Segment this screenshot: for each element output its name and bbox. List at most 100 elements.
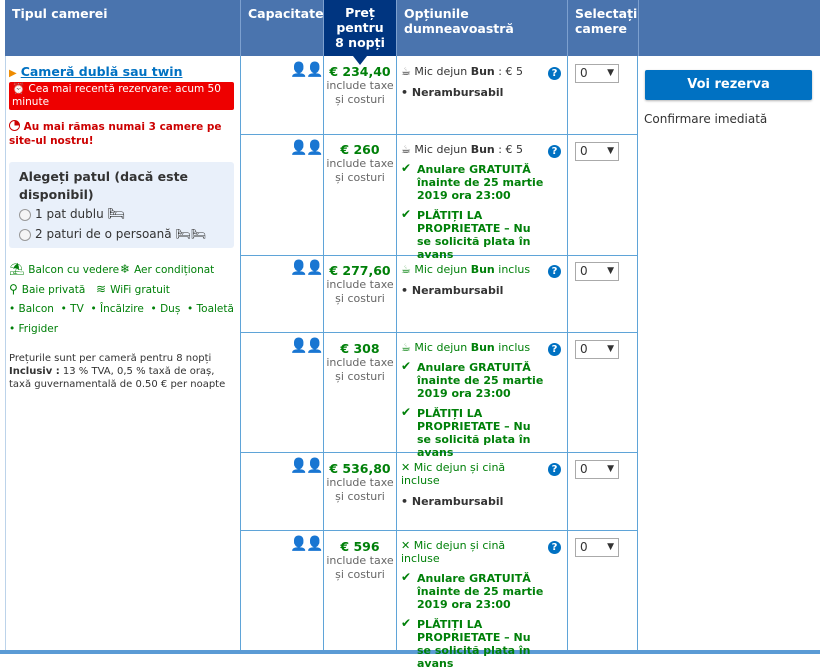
price-cell: € 260 include taxe și costuri — [324, 142, 396, 185]
header-book — [639, 0, 820, 56]
room-quantity-select[interactable]: 0 ▼ — [575, 460, 619, 479]
meal-text: Mic dejun Bun : € 5 — [414, 65, 523, 78]
checkmark-icon: ✔ — [401, 161, 412, 175]
help-icon[interactable]: ? — [548, 67, 561, 80]
meal-plan: ✕ Mic dejun și cină incluse — [401, 539, 546, 565]
facility-private-bath: ⚲ Baie privată — [9, 282, 85, 296]
room-options: ✕ Mic dejun și cină incluse ✔ Anulare GRA… — [401, 539, 546, 670]
non-refundable-text: Nerambursabil — [411, 284, 504, 297]
header-options: Opțiunile dumneavoastră — [397, 0, 567, 56]
snowflake-icon: ❄ — [120, 262, 131, 276]
radio-button[interactable] — [19, 208, 31, 221]
select-value: 0 — [580, 540, 588, 554]
facility-ac: ❄ Aer condiționat — [120, 262, 214, 276]
price-amount: € 536,80 — [329, 461, 391, 476]
meal-text: Mic dejun și cină incluse — [401, 539, 506, 565]
header-select: Selectați camere — [568, 0, 638, 56]
recent-booking-text: Cea mai recentă rezervare: acum 50 minut… — [12, 83, 221, 108]
pay-at-property-text: PLĂTIȚI LA PROPRIETATE – Nu se solicită … — [417, 209, 531, 261]
header-price[interactable]: Preț pentru 8 nopți — [324, 0, 396, 56]
room-options: ☕ Mic dejun Bun : € 5 • Nerambursabil — [401, 65, 546, 99]
shower-icon: ⚲ — [9, 282, 18, 296]
price-tax-note: include taxe și costuri — [326, 79, 394, 106]
facility-item: Frigider — [18, 323, 59, 335]
facility-small-list-2: • Frigider — [9, 323, 59, 335]
book-button[interactable]: Voi rezerva — [645, 70, 812, 100]
expand-arrow-icon: ▶ — [9, 68, 17, 79]
facility-label: Balcon cu vedere — [28, 264, 120, 276]
price-cell: € 536,80 include taxe și costuri — [324, 461, 396, 504]
meal-text: Mic dejun Bun inclus — [414, 341, 531, 354]
meal-plan: ☕ Mic dejun Bun inclus — [401, 263, 546, 276]
coffee-cup-icon: ☕ — [401, 263, 411, 276]
scarcity-message: Au mai rămas numai 3 camere pe site-ul n… — [9, 120, 235, 148]
select-value: 0 — [580, 144, 588, 158]
meal-plan: ✕ Mic dejun și cină incluse — [401, 461, 546, 487]
header-capacity: Capacitate — [241, 0, 324, 56]
coffee-cup-icon: ☕ — [401, 341, 411, 354]
bed-option-twin[interactable]: 2 paturi de o persoană 🛏🛏 — [19, 224, 224, 244]
room-quantity-select[interactable]: 0 ▼ — [575, 340, 619, 359]
facility-item: Toaletă — [196, 303, 234, 315]
help-icon[interactable]: ? — [548, 343, 561, 356]
free-cancellation-text: Anulare GRATUITĂ înainte de 25 martie 20… — [417, 163, 544, 202]
capacity-two-persons-icon: 👤👤 — [290, 260, 324, 276]
room-options: ☕ Mic dejun Bun : € 5 ✔ Anulare GRATUITĂ … — [401, 143, 546, 261]
single-beds-icon: 🛏🛏 — [175, 227, 206, 241]
pay-at-property: ✔ PLĂTIȚI LA PROPRIETATE – Nu se solicită… — [401, 616, 546, 670]
room-quantity-select[interactable]: 0 ▼ — [575, 142, 619, 161]
pie-clock-icon — [9, 120, 20, 131]
fork-knife-icon: ✕ — [401, 461, 411, 474]
non-refundable-text: Nerambursabil — [411, 86, 504, 99]
non-refundable: • Nerambursabil — [401, 284, 504, 297]
radio-button[interactable] — [19, 228, 31, 241]
room-options: ☕ Mic dejun Bun inclus • Nerambursabil — [401, 263, 546, 297]
bed-option-double[interactable]: 1 pat dublu 🛏 — [19, 204, 224, 224]
fork-knife-icon: ✕ — [401, 539, 411, 552]
price-cell: € 234,40 include taxe și costuri — [324, 64, 396, 107]
capacity-two-persons-icon: 👤👤 — [290, 338, 324, 354]
room-name-text[interactable]: Cameră dublă sau twin — [21, 64, 183, 79]
free-cancellation-text: Anulare GRATUITĂ înainte de 25 martie 20… — [417, 361, 544, 400]
price-amount: € 596 — [340, 539, 380, 554]
double-bed-icon: 🛏 — [107, 206, 126, 222]
help-icon[interactable]: ? — [548, 463, 561, 476]
free-cancellation: ✔ Anulare GRATUITĂ înainte de 25 martie 2… — [401, 360, 546, 401]
checkmark-icon: ✔ — [401, 570, 412, 584]
price-cell: € 596 include taxe și costuri — [324, 539, 396, 582]
facility-item: Duș — [160, 303, 181, 315]
price-tax-note: include taxe și costuri — [326, 554, 394, 581]
help-icon[interactable]: ? — [548, 265, 561, 278]
wifi-icon: ≋ — [96, 282, 107, 296]
select-value: 0 — [580, 66, 588, 80]
free-cancellation-text: Anulare GRATUITĂ înainte de 25 martie 20… — [417, 572, 544, 611]
price-amount: € 277,60 — [329, 263, 391, 278]
pay-at-property: ✔ PLĂTIȚI LA PROPRIETATE – Nu se solicită… — [401, 207, 546, 262]
room-quantity-select[interactable]: 0 ▼ — [575, 262, 619, 281]
checkmark-icon: ✔ — [401, 207, 412, 221]
dropdown-arrow-icon: ▼ — [607, 542, 614, 552]
scarcity-text: Au mai rămas numai 3 camere pe site-ul n… — [9, 121, 222, 147]
capacity-two-persons-icon: 👤👤 — [290, 62, 324, 78]
pay-at-property: ✔ PLĂTIȚI LA PROPRIETATE – Nu se solicită… — [401, 406, 546, 460]
column-line — [567, 56, 568, 654]
row-divider — [240, 332, 638, 333]
room-name-link[interactable]: ▶ Cameră dublă sau twin — [9, 64, 182, 79]
bed-choice-box: Alegeți patul (dacă este disponibil) 1 p… — [9, 162, 234, 248]
room-quantity-select[interactable]: 0 ▼ — [575, 538, 619, 557]
room-quantity-select[interactable]: 0 ▼ — [575, 64, 619, 83]
non-refundable: • Nerambursabil — [401, 86, 504, 99]
alarm-clock-icon: ⏰ — [12, 83, 26, 95]
table-left-border — [5, 56, 6, 654]
help-icon[interactable]: ? — [548, 541, 561, 554]
help-icon[interactable]: ? — [548, 145, 561, 158]
meal-text: Mic dejun Bun : € 5 — [414, 143, 523, 156]
facility-wifi: ≋ WiFi gratuit — [96, 282, 170, 296]
pay-at-property-text: PLĂTIȚI LA PROPRIETATE – Nu se solicită … — [417, 618, 531, 670]
pay-at-property-text: PLĂTIȚI LA PROPRIETATE – Nu se solicită … — [417, 407, 531, 459]
checkmark-icon: ✔ — [401, 616, 412, 630]
meal-plan: ☕ Mic dejun Bun : € 5 — [401, 143, 546, 156]
price-note: Prețurile sunt per cameră pentru 8 nopți… — [9, 352, 237, 391]
facility-item: Balcon — [18, 303, 54, 315]
dropdown-arrow-icon: ▼ — [607, 68, 614, 78]
